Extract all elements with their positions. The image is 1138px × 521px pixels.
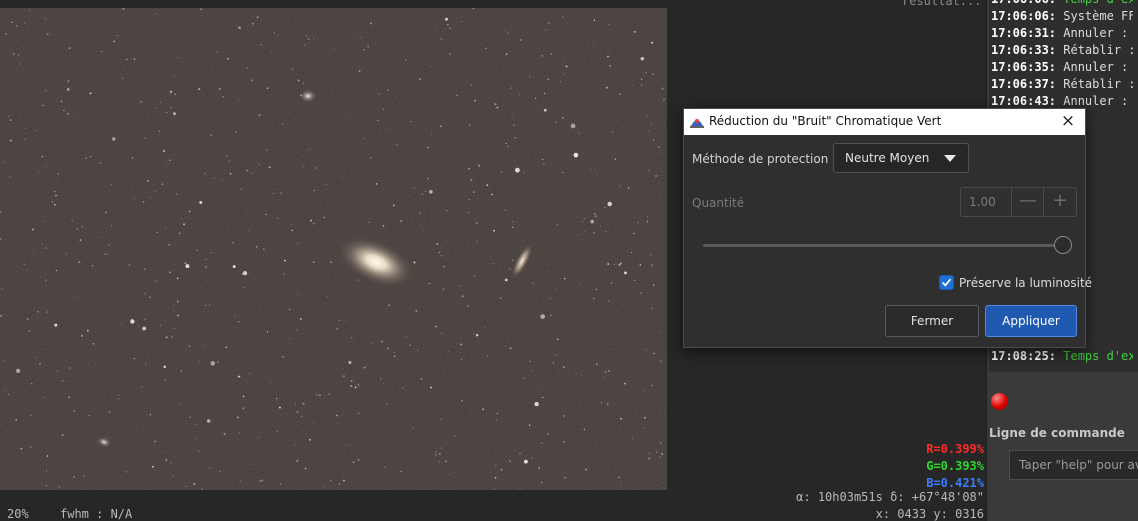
fwhm-readout: fwhm : N/A [60,507,133,521]
zoom-level: 20% [7,507,29,521]
quantity-label: Quantité [692,196,745,210]
quantity-spinbox[interactable]: 1.00 — + [960,187,1077,217]
radec-coordinates: α: 10h03m51s δ: +67°48'08" [796,490,984,504]
log-line: 17:06:33: Rétablir : [991,43,1136,57]
log-line: 17:06:35: Annuler : D [991,60,1138,74]
log-line: 17:06:06: Temps d'exé [991,0,1138,6]
g-channel-value: G=0.393% [926,459,984,473]
command-input[interactable] [1009,450,1138,480]
dialog-title: Réduction du "Bruit" Chromatique Vert [709,114,942,128]
protection-method-select[interactable]: Neutre Moyen [833,143,969,173]
preserve-luminosity-checkbox[interactable] [939,275,954,290]
dialog-titlebar[interactable]: Réduction du "Bruit" Chromatique Vert × [684,109,1085,135]
log-line: 17:06:37: Rétablir : [991,77,1136,91]
astro-image[interactable] [0,8,667,490]
chevron-down-icon [944,155,956,162]
console-scrollbar[interactable] [1133,0,1138,372]
quantity-value[interactable]: 1.00 [969,195,996,209]
siril-app-icon [690,119,704,128]
apply-button[interactable]: Appliquer [985,305,1077,337]
status-bar: 20% fwhm : N/A x: 0433 y: 0316 [0,506,986,521]
decrement-button[interactable]: — [1011,188,1044,216]
close-icon[interactable]: × [1051,109,1085,135]
log-line: 17:06:06: Système FFT [991,9,1138,23]
protection-method-value: Neutre Moyen [845,151,930,165]
slider-handle[interactable] [1054,236,1072,254]
close-button[interactable]: Fermer [885,305,979,337]
check-icon [941,278,952,287]
quantity-slider[interactable] [703,244,1065,247]
green-noise-dialog: Réduction du "Bruit" Chromatique Vert × … [683,108,1092,348]
protection-method-label: Méthode de protection : [692,152,837,166]
increment-button[interactable]: + [1043,188,1076,216]
preserve-luminosity-label: Préserve la luminosité [959,276,1093,290]
log-line: 17:06:31: Annuler : D [991,26,1138,40]
result-label: résultat... [902,0,982,8]
log-line: 17:08:25: Temps d'exé [991,349,1138,363]
r-channel-value: R=0.399% [926,442,984,456]
command-line-label: Ligne de commande [989,426,1125,440]
log-line: 17:06:43: Annuler : D [991,94,1138,108]
stop-record-button[interactable] [991,393,1008,410]
b-channel-value: B=0.421% [926,476,984,490]
xy-coordinates: x: 0433 y: 0316 [875,507,984,521]
